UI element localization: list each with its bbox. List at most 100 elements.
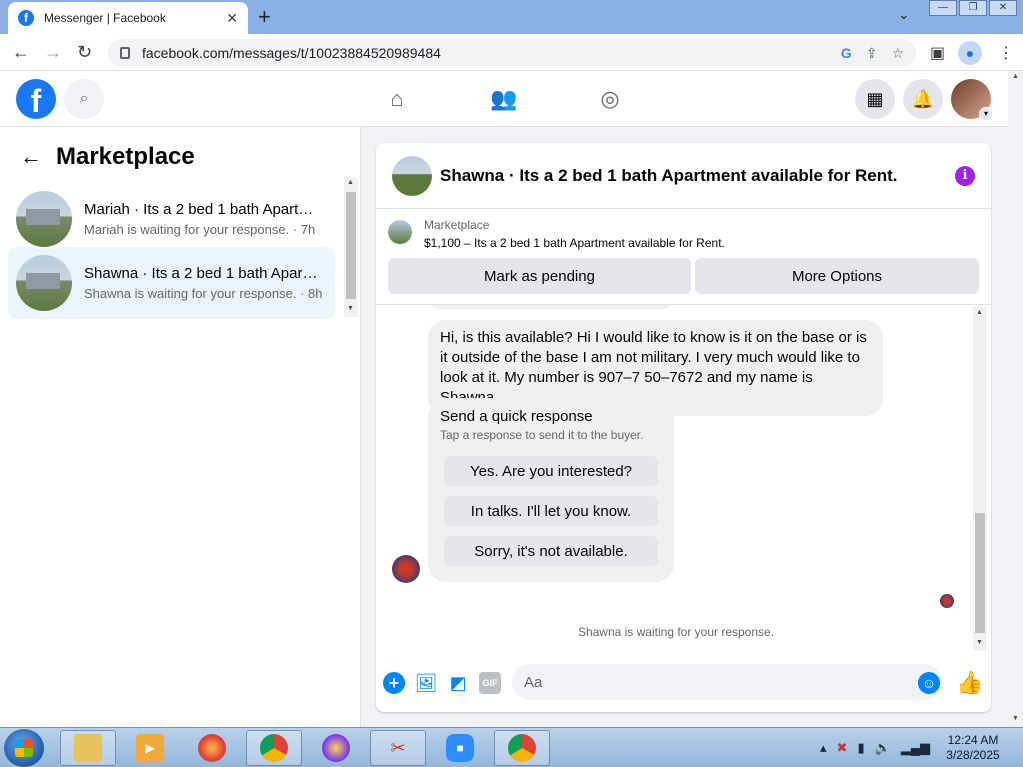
scrollbar-thumb[interactable] — [346, 192, 356, 299]
scroll-down-icon[interactable]: ▼ — [1012, 715, 1019, 722]
info-icon[interactable]: i — [955, 165, 975, 186]
browser-tab-bar: f Messenger | Facebook ✕ + ⌄ — ❐ ✕ — [0, 0, 1023, 34]
tab-title: Messenger | Facebook — [44, 11, 166, 25]
menu-grid-icon[interactable]: ▦ — [855, 79, 895, 119]
taskbar-chrome-q[interactable] — [246, 730, 302, 766]
scrollbar-thumb[interactable] — [975, 513, 985, 633]
start-button[interactable] — [4, 729, 44, 767]
listing-small-thumbnail[interactable] — [388, 220, 412, 244]
emoji-icon[interactable]: ☺ — [918, 672, 940, 694]
marketplace-sidebar: ← Marketplace Mariah · Its a 2 bed 1 bat… — [0, 127, 361, 727]
chat-header: Shawna · Its a 2 bed 1 bath Apartment av… — [376, 143, 991, 209]
message-composer: + 🖼 ◩ GIF ☺ 👍 — [376, 658, 991, 706]
tray-expand-icon[interactable]: ▴ — [820, 740, 827, 756]
new-tab-button[interactable]: + — [258, 4, 271, 30]
sticker-icon[interactable]: ◩ — [447, 672, 469, 694]
url-text[interactable]: facebook.com/messages/t/1002388452098948… — [142, 45, 827, 61]
taskbar-clock[interactable]: 12:24 AM 3/28/2025 — [940, 733, 1006, 763]
back-arrow-icon[interactable]: ← — [12, 42, 30, 63]
conversation-item-active[interactable]: Shawna · Its a 2 bed 1 bath Apartment av… — [8, 247, 335, 319]
friends-icon[interactable]: 👥 — [490, 85, 518, 113]
groups-icon[interactable]: ◎ — [596, 85, 624, 113]
tab-close-icon[interactable]: ✕ — [226, 10, 238, 27]
minimize-button[interactable]: — — [929, 0, 957, 16]
restore-button[interactable]: ❐ — [959, 0, 987, 16]
taskbar-zoom[interactable]: ■ — [432, 730, 488, 766]
sidebar-title: Marketplace — [56, 143, 195, 170]
quick-response-not-available-button[interactable]: Sorry, it's not available. — [444, 536, 658, 566]
seen-receipt-avatar — [940, 594, 954, 608]
facebook-top-nav: f ⌕ ⌂ 👥 ◎ ▦ 🔔 ▾ — [0, 71, 1023, 127]
chat-scrollbar[interactable]: ▲ ▼ — [973, 307, 987, 651]
chat-title[interactable]: Shawna · Its a 2 bed 1 bath Apartment av… — [440, 166, 955, 186]
home-icon[interactable]: ⌂ — [383, 85, 411, 113]
browser-tab[interactable]: f Messenger | Facebook ✕ — [8, 2, 248, 34]
taskbar-media-player[interactable]: ▶ — [122, 730, 178, 766]
thumbs-up-icon[interactable]: 👍 — [956, 670, 983, 696]
page-scrollbar[interactable]: ▲ ▼ — [1008, 71, 1023, 727]
clock-time: 12:24 AM — [947, 733, 999, 747]
quick-response-title: Send a quick response — [440, 408, 593, 425]
google-icon[interactable]: G — [841, 45, 852, 61]
scroll-up-icon[interactable]: ▲ — [976, 309, 983, 316]
side-panel-icon[interactable]: ▣ — [930, 43, 945, 63]
window-controls: — ❐ ✕ — [927, 0, 1017, 16]
lock-icon[interactable] — [120, 47, 130, 59]
scroll-down-icon[interactable]: ▼ — [347, 305, 354, 312]
chat-listing-thumbnail[interactable] — [392, 155, 432, 196]
taskbar-firefox[interactable] — [184, 730, 240, 766]
reload-icon[interactable]: ↻ — [77, 42, 92, 63]
taskbar-vpn[interactable] — [308, 730, 364, 766]
more-options-button[interactable]: More Options — [695, 258, 979, 294]
signal-icon[interactable]: ▂▄▆ — [901, 740, 930, 756]
account-avatar[interactable]: ▾ — [951, 79, 993, 121]
taskbar-chrome-active[interactable] — [494, 730, 550, 766]
mark-as-pending-button[interactable]: Mark as pending — [388, 258, 691, 294]
address-bar[interactable]: facebook.com/messages/t/1002388452098948… — [108, 39, 916, 67]
taskbar-snipping-tool[interactable]: ✂ — [370, 730, 426, 766]
chat-panel: Shawna · Its a 2 bed 1 bath Apartment av… — [376, 143, 991, 712]
scroll-up-icon[interactable]: ▲ — [1012, 73, 1019, 80]
sender-avatar[interactable] — [392, 555, 420, 583]
power-icon[interactable]: ▮ — [857, 740, 864, 756]
listing-label: Marketplace — [424, 218, 490, 232]
photo-icon[interactable]: 🖼 — [415, 672, 438, 694]
listing-description[interactable]: $1,100 – Its a 2 bed 1 bath Apartment av… — [424, 236, 725, 250]
facebook-logo-icon[interactable]: f — [16, 79, 56, 119]
listing-card: Marketplace $1,100 – Its a 2 bed 1 bath … — [376, 210, 991, 305]
bookmark-star-icon[interactable]: ☆ — [891, 45, 904, 62]
network-alert-icon[interactable]: ✖ — [837, 740, 848, 756]
window-close-button[interactable]: ✕ — [989, 0, 1017, 16]
message-list: Hi, is this available? Hi I would like t… — [376, 305, 991, 650]
conversation-item[interactable]: Mariah · Its a 2 bed 1 bath Apartment av… — [8, 183, 335, 255]
tab-search-chevron-icon[interactable]: ⌄ — [898, 6, 910, 23]
message-input[interactable] — [512, 664, 942, 700]
firefox-icon — [198, 734, 226, 762]
back-arrow-icon[interactable]: ← — [20, 144, 42, 170]
waiting-status-text: Shawna is waiting for your response. — [577, 625, 775, 639]
chrome-profile-icon[interactable]: ● — [958, 41, 982, 65]
sidebar-scrollbar[interactable]: ▲ ▼ — [344, 177, 358, 317]
notifications-bell-icon[interactable]: 🔔 — [903, 79, 943, 119]
search-icon[interactable]: ⌕ — [64, 79, 104, 119]
quick-response-yes-button[interactable]: Yes. Are you interested? — [444, 456, 658, 486]
plus-icon[interactable]: + — [383, 672, 405, 694]
video-camera-icon: ■ — [446, 734, 474, 762]
clock-date: 3/28/2025 — [946, 748, 1000, 762]
scroll-up-icon[interactable]: ▲ — [347, 179, 354, 186]
scroll-down-icon[interactable]: ▼ — [976, 639, 983, 646]
browser-toolbar: ← → ↻ facebook.com/messages/t/1002388452… — [0, 34, 1023, 71]
kebab-menu-icon[interactable]: ⋮ — [998, 43, 1014, 63]
quick-response-subtitle: Tap a response to send it to the buyer. — [440, 428, 644, 442]
taskbar-explorer[interactable] — [60, 730, 116, 766]
volume-icon[interactable]: 🔈 — [875, 740, 891, 756]
folder-icon — [74, 734, 102, 762]
conversation-name: Shawna · Its a 2 bed 1 bath Apartment av… — [84, 265, 319, 282]
share-icon[interactable]: ⇪ — [866, 45, 878, 62]
quick-response-in-talks-button[interactable]: In talks. I'll let you know. — [444, 496, 658, 526]
chrome-icon — [508, 734, 536, 762]
account-chevron-icon[interactable]: ▾ — [979, 107, 993, 121]
forward-arrow-icon[interactable]: → — [44, 42, 62, 63]
gif-icon[interactable]: GIF — [479, 672, 501, 694]
conversation-subtitle: Mariah is waiting for your response. · 7… — [84, 222, 316, 237]
